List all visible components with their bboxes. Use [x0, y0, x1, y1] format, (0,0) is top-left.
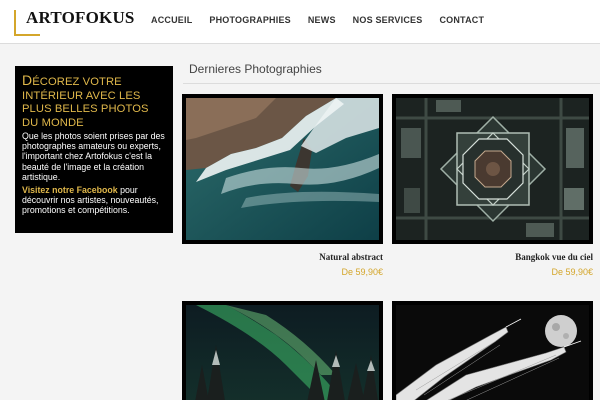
section-divider	[183, 83, 600, 84]
product-price: De 59,90€	[341, 267, 383, 277]
product-title[interactable]: Natural abstract	[319, 252, 383, 262]
facebook-link[interactable]: Visitez notre Facebook	[22, 185, 118, 195]
site-header: ARTOFOKUS ACCUEIL PHOTOGRAPHIES NEWS NOS…	[0, 0, 600, 44]
nav-item-news[interactable]: NEWS	[308, 15, 336, 29]
section-title: Dernieres Photographies	[189, 62, 322, 76]
aurora-forest-image	[186, 305, 379, 400]
site-logo[interactable]: ARTOFOKUS	[14, 8, 134, 38]
product-image-frame[interactable]	[392, 301, 593, 400]
product-card-towers[interactable]	[392, 301, 593, 400]
nav-item-contact[interactable]: CONTACT	[439, 15, 484, 29]
product-title[interactable]: Bangkok vue du ciel	[515, 252, 593, 262]
promo-text: Que les photos soient prises par des pho…	[22, 131, 165, 182]
nav-item-photographies[interactable]: PHOTOGRAPHIES	[209, 15, 290, 29]
product-card-aurora[interactable]	[182, 301, 383, 400]
main-nav: ACCUEIL PHOTOGRAPHIES NEWS NOS SERVICES …	[151, 15, 484, 29]
product-price: De 59,90€	[551, 267, 593, 277]
nav-item-nos-services[interactable]: NOS SERVICES	[353, 15, 423, 29]
logo-text: ARTOFOKUS	[26, 8, 135, 27]
promo-cta: Visitez notre Facebook pour découvrir no…	[22, 185, 166, 216]
promo-box: Décorez votre intérieur avec les plus be…	[15, 66, 173, 233]
twin-towers-image	[396, 305, 589, 400]
product-card-bangkok[interactable]: Bangkok vue du ciel De 59,90€	[392, 94, 593, 284]
product-image-frame[interactable]	[392, 94, 593, 244]
city-aerial-image	[396, 98, 589, 240]
product-card-natural-abstract[interactable]: Natural abstract De 59,90€	[182, 94, 383, 284]
nav-item-accueil[interactable]: ACCUEIL	[151, 15, 192, 29]
promo-title: Décorez votre intérieur avec les plus be…	[22, 72, 149, 129]
coastline-aerial-image	[186, 98, 379, 240]
product-image-frame[interactable]	[182, 301, 383, 400]
product-image-frame[interactable]	[182, 94, 383, 244]
